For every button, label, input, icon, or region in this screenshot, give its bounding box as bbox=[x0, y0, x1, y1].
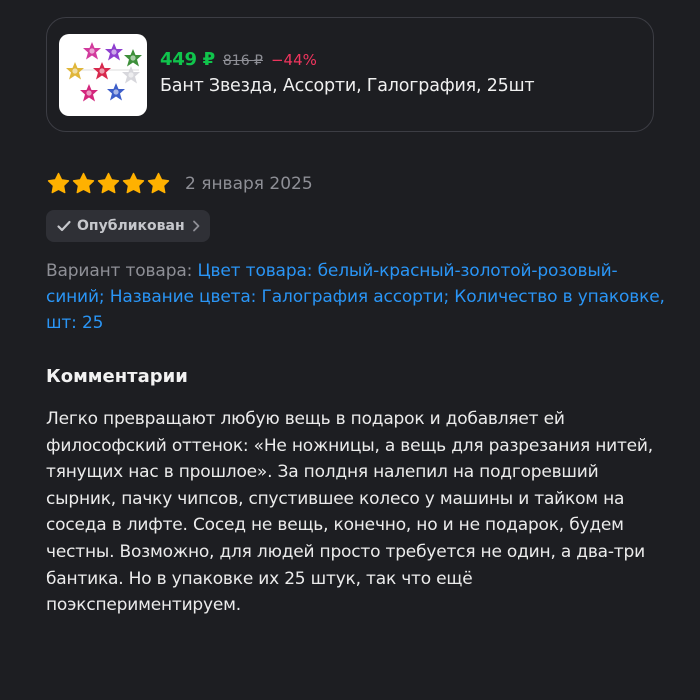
star-icon bbox=[72, 172, 95, 194]
product-thumbnail bbox=[59, 33, 147, 116]
comments-heading: Комментарии bbox=[46, 366, 188, 387]
star-icon bbox=[47, 172, 70, 194]
price-old: 816 ₽ bbox=[222, 53, 263, 69]
product-card[interactable]: 449 ₽ 816 ₽ −44% Бант Звезда, Ассорти, Г… bbox=[46, 17, 654, 132]
gift-bows-image bbox=[66, 41, 142, 101]
star-rating bbox=[47, 172, 170, 195]
price-row: 449 ₽ 816 ₽ −44% bbox=[160, 49, 534, 70]
checkmark-icon bbox=[57, 220, 71, 232]
status-badge[interactable]: Опубликован bbox=[46, 210, 210, 242]
variant-label: Вариант товара: bbox=[46, 261, 198, 281]
product-title: Бант Звезда, Ассорти, Галография, 25шт bbox=[160, 76, 535, 96]
discount-badge: −44% bbox=[270, 51, 317, 69]
price-current: 449 ₽ bbox=[160, 49, 215, 70]
review-comment: Легко превращают любую вещь в подарок и … bbox=[46, 409, 653, 616]
star-icon bbox=[147, 172, 170, 194]
star-icon bbox=[97, 172, 120, 194]
rating-row: 2 января 2025 bbox=[47, 172, 313, 195]
chevron-right-icon bbox=[192, 220, 200, 232]
product-variant: Вариант товара: Цвет товара: белый-красн… bbox=[46, 258, 666, 336]
product-info: 449 ₽ 816 ₽ −44% Бант Звезда, Ассорти, Г… bbox=[160, 49, 535, 96]
review-page: 449 ₽ 816 ₽ −44% Бант Звезда, Ассорти, Г… bbox=[0, 0, 700, 700]
status-label: Опубликован bbox=[77, 218, 185, 234]
star-icon bbox=[122, 172, 145, 194]
review-date: 2 января 2025 bbox=[185, 173, 313, 194]
